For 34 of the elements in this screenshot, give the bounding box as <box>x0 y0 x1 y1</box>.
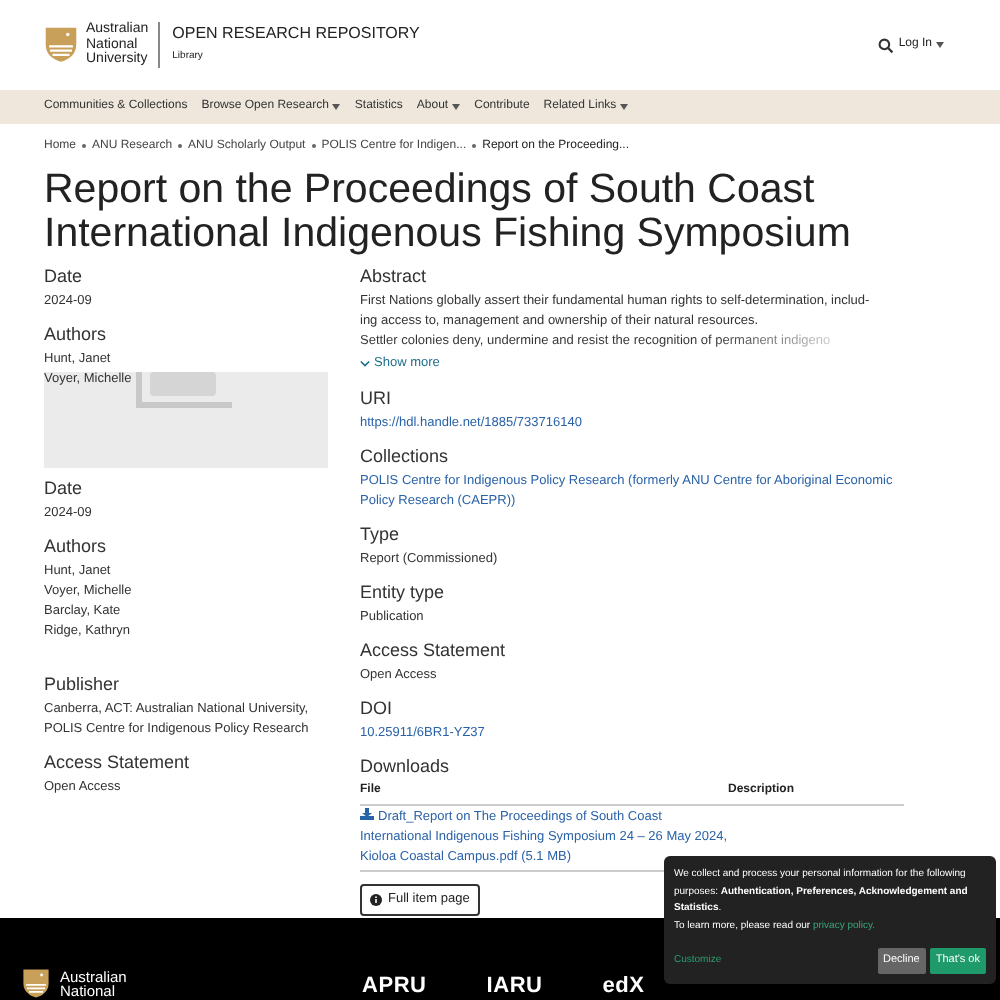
field-label: Publisher <box>44 674 122 696</box>
field-label: Date <box>44 266 85 288</box>
crest-icon <box>44 26 78 64</box>
field-label: Access Statement <box>44 752 192 774</box>
caret-icon <box>620 104 629 110</box>
search-icon[interactable] <box>878 37 895 53</box>
field-label: Abstract <box>360 266 429 288</box>
chevron-icon <box>360 359 370 368</box>
field-label: DOI <box>360 697 395 720</box>
caret-icon <box>452 104 461 110</box>
separator-icon <box>178 144 183 148</box>
separator-icon <box>311 144 316 148</box>
field-label: URI <box>360 387 393 410</box>
separator-icon <box>82 144 87 148</box>
field-label: Entity type <box>360 581 447 604</box>
repository-title: OPEN RESEARCH REPOSITORY <box>172 24 420 45</box>
field-label: Type <box>360 523 402 546</box>
caret-icon <box>936 42 944 48</box>
page-title: Report on the Proceedings of South Coast International Indigenous Fishing Symposium <box>42 168 853 256</box>
info-icon <box>370 893 382 906</box>
download-icon <box>360 807 374 820</box>
separator-icon <box>472 144 477 148</box>
partner-logo[interactable]: IARU <box>486 976 543 998</box>
crest-icon <box>22 967 50 998</box>
field-label: Authors <box>44 536 109 558</box>
image-icon <box>136 372 236 408</box>
field-label: Authors <box>44 324 109 346</box>
field-label: Collections <box>360 445 451 468</box>
field-label: Downloads <box>360 755 452 778</box>
partner-logo[interactable]: edX <box>602 976 645 998</box>
field-label: Access Statement <box>360 639 508 662</box>
partner-logo[interactable]: APRU <box>362 976 427 998</box>
caret-icon <box>332 104 341 110</box>
field-label: Date <box>44 478 85 500</box>
